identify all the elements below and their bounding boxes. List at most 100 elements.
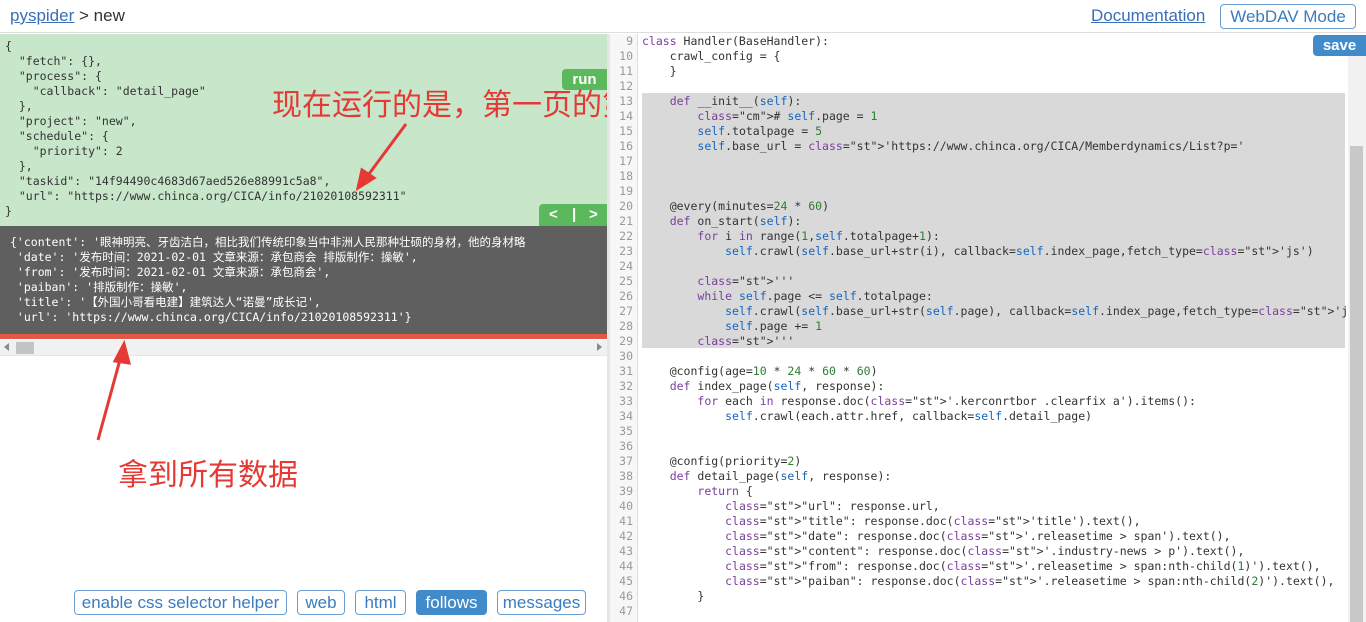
breadcrumb-project-link[interactable]: pyspider bbox=[10, 6, 74, 25]
task-json-line: "schedule": { bbox=[5, 129, 109, 143]
line-number: 23 bbox=[619, 244, 633, 258]
code-line: self.crawl(self.base_url+str(self.page),… bbox=[725, 304, 1366, 318]
code-line: class="st">"title": response.doc(class="… bbox=[725, 514, 1141, 528]
line-number: 45 bbox=[619, 574, 633, 588]
line-number: 46 bbox=[619, 589, 633, 603]
code-line: class="st">''' bbox=[697, 334, 795, 348]
code-line: for i in range(1,self.totalpage+1): bbox=[697, 229, 940, 243]
nav-separator: | bbox=[572, 206, 577, 223]
horizontal-scrollbar[interactable] bbox=[0, 340, 607, 356]
line-number: 36 bbox=[619, 439, 633, 453]
next-task-button[interactable]: > bbox=[589, 204, 598, 226]
annotation-all-data: 拿到所有数据 bbox=[118, 458, 298, 493]
prev-task-button[interactable]: < bbox=[549, 204, 558, 226]
tab-html[interactable]: html bbox=[355, 590, 406, 615]
code-line: for each in response.doc(class="st">'.ke… bbox=[697, 394, 1196, 408]
tab-web[interactable]: web bbox=[297, 590, 345, 615]
code-editor[interactable]: 9 10 11 12 13 14 15 16 17 18 19 20 21 22 23 24 25 26 27 28 2… bbox=[610, 34, 1366, 622]
line-number: 43 bbox=[619, 544, 633, 558]
line-number: 12 bbox=[619, 79, 633, 93]
task-json-line: }, bbox=[5, 159, 33, 173]
code-line: class="st">"url": response.url, bbox=[725, 499, 940, 513]
line-number: 22 bbox=[619, 229, 633, 243]
code-line: while self.page <= self.totalpage: bbox=[697, 289, 933, 303]
breadcrumb: pyspider > new bbox=[10, 6, 125, 26]
breadcrumb-project-name: new bbox=[93, 6, 125, 25]
line-number: 25 bbox=[619, 274, 633, 288]
code-line: class="st">"paiban": response.doc(class=… bbox=[725, 574, 1335, 588]
result-line: 'title': '【外国小哥看电建】建筑达人“诺曼”成长记', bbox=[10, 295, 321, 309]
line-number: 13 bbox=[619, 94, 633, 108]
code-line: class="st">''' bbox=[697, 274, 795, 288]
code-line: class="st">"content": response.doc(class… bbox=[725, 544, 1245, 558]
task-json-panel[interactable]: { "fetch": {}, "process": { "callback": … bbox=[0, 34, 607, 226]
vertical-scrollbar-thumb[interactable] bbox=[1350, 146, 1363, 622]
code-line: class="cm"># self.page = 1 bbox=[697, 109, 878, 123]
line-number: 37 bbox=[619, 454, 633, 468]
line-number: 19 bbox=[619, 184, 633, 198]
line-number: 29 bbox=[619, 334, 633, 348]
arrow-to-result bbox=[96, 339, 132, 441]
result-panel: {'content': '眼神明亮、牙齿洁白，相比我们传统印象当中非洲人民那种壮… bbox=[0, 226, 607, 336]
code-line: class="st">"date": response.doc(class="s… bbox=[725, 529, 1231, 543]
code-line: def on_start(self): bbox=[669, 214, 802, 228]
line-number: 42 bbox=[619, 529, 633, 543]
line-number: 11 bbox=[619, 64, 633, 78]
code-line: def index_page(self, response): bbox=[669, 379, 885, 393]
scrollbar-thumb[interactable] bbox=[16, 342, 34, 354]
line-number: 31 bbox=[619, 364, 633, 378]
code-line: self.totalpage = 5 bbox=[697, 124, 823, 138]
code-line: @every(minutes=24 * 60) bbox=[642, 199, 829, 213]
line-number: 44 bbox=[619, 559, 633, 573]
line-number: 24 bbox=[619, 259, 633, 273]
code-line: self.page += 1 bbox=[725, 319, 823, 333]
line-number: 33 bbox=[619, 394, 633, 408]
line-number: 17 bbox=[619, 154, 633, 168]
webdav-mode-button[interactable]: WebDAV Mode bbox=[1220, 4, 1356, 29]
code-line: return { bbox=[697, 484, 753, 498]
result-line: 'from': '发布时间：2021-02-01 文章来源：承包商会', bbox=[10, 265, 331, 279]
line-number: 14 bbox=[619, 109, 633, 123]
line-number: 40 bbox=[619, 499, 633, 513]
line-number-gutter: 9 10 11 12 13 14 15 16 17 18 19 20 21 22 23 24 25 26 27 28 2… bbox=[610, 34, 638, 622]
top-bar: pyspider > new Documentation WebDAV Mode bbox=[0, 0, 1366, 33]
result-line: 'paiban': '排版制作：操敏', bbox=[10, 280, 188, 294]
vertical-scrollbar[interactable] bbox=[1348, 56, 1366, 622]
code-line: class Handler(BaseHandler): bbox=[642, 34, 829, 48]
task-nav-buttons: < | > bbox=[539, 204, 607, 226]
line-number: 32 bbox=[619, 379, 633, 393]
result-line: 'url': 'https://www.chinca.org/CICA/info… bbox=[10, 310, 412, 324]
task-json-line: { bbox=[5, 39, 12, 53]
code-line: crawl_config = { bbox=[642, 49, 781, 63]
code-line: def __init__(self): bbox=[669, 94, 802, 108]
breadcrumb-separator: > bbox=[79, 6, 89, 25]
scroll-left-icon[interactable] bbox=[4, 343, 9, 351]
line-number: 21 bbox=[619, 214, 633, 228]
code-line: @config(priority=2) bbox=[642, 454, 802, 468]
task-json-line: "fetch": {}, bbox=[5, 54, 102, 68]
line-number: 30 bbox=[619, 349, 633, 363]
code-line: @config(age=10 * 24 * 60 * 60) bbox=[642, 364, 878, 378]
tab-follows[interactable]: follows bbox=[416, 590, 487, 615]
line-number: 38 bbox=[619, 469, 633, 483]
result-line: 'date': '发布时间：2021-02-01 文章来源：承包商会 排版制作：… bbox=[10, 250, 418, 264]
code-line: self.crawl(self.base_url+str(i), callbac… bbox=[725, 244, 1314, 258]
line-number: 41 bbox=[619, 514, 633, 528]
documentation-link[interactable]: Documentation bbox=[1091, 6, 1205, 26]
code-line: def detail_page(self, response): bbox=[669, 469, 892, 483]
result-line: {'content': '眼神明亮、牙齿洁白，相比我们传统印象当中非洲人民那种壮… bbox=[10, 235, 526, 249]
task-json-line: } bbox=[5, 204, 12, 218]
line-number: 39 bbox=[619, 484, 633, 498]
line-number: 9 bbox=[626, 34, 633, 48]
tab-messages[interactable]: messages bbox=[497, 590, 586, 615]
code-line: } bbox=[642, 64, 677, 78]
pyspider-debugger: pyspider > new Documentation WebDAV Mode… bbox=[0, 0, 1366, 622]
task-json-line: "taskid": "14f94490c4683d67aed526e88991c… bbox=[5, 174, 331, 188]
line-number: 34 bbox=[619, 409, 633, 423]
tab-css-selector-helper[interactable]: enable css selector helper bbox=[74, 590, 287, 615]
result-divider bbox=[0, 334, 607, 339]
save-button[interactable]: save bbox=[1313, 35, 1366, 56]
line-number: 10 bbox=[619, 49, 633, 63]
task-json-text: { "fetch": {}, "process": { "callback": … bbox=[5, 39, 407, 219]
scroll-right-icon[interactable] bbox=[597, 343, 602, 351]
